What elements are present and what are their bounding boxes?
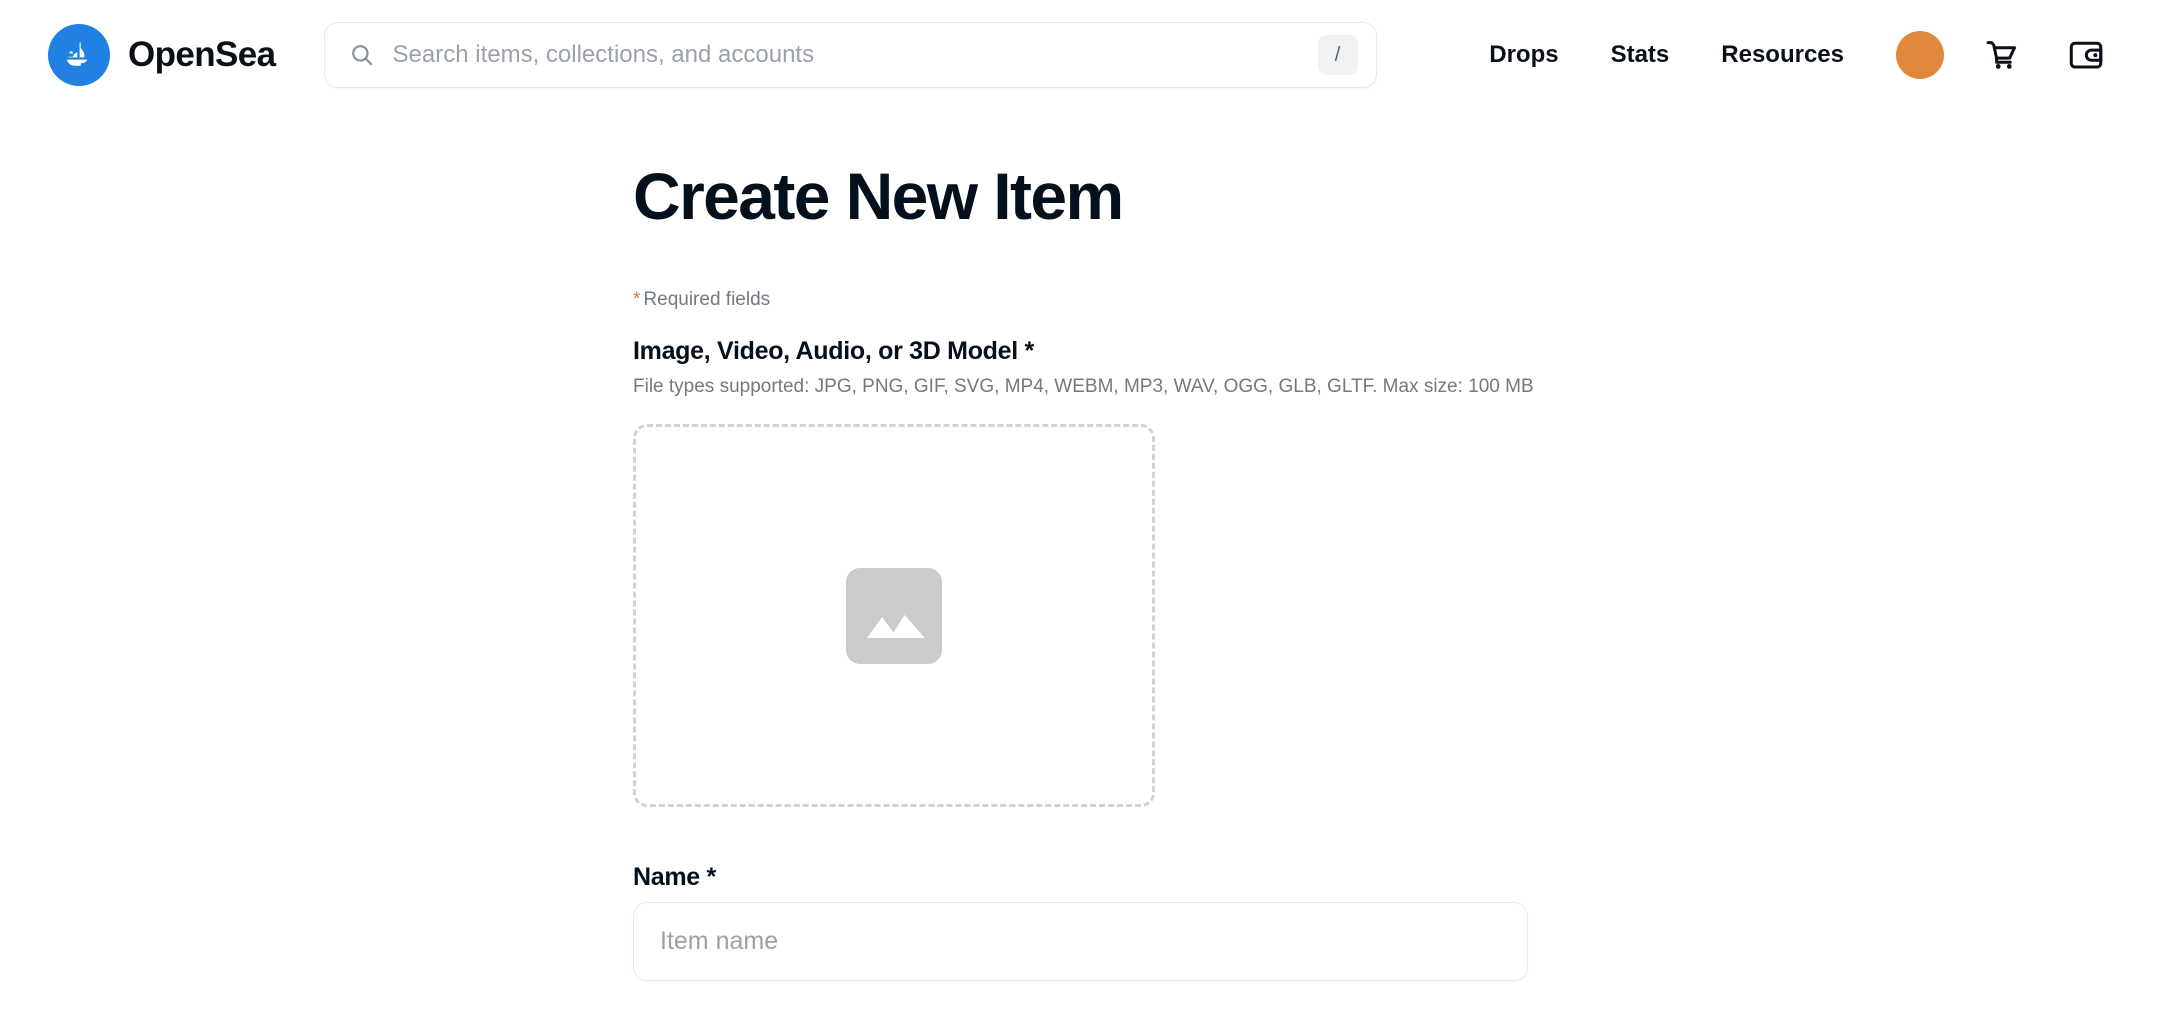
required-fields-note: * Required fields: [633, 289, 2160, 311]
name-field-group: Name *: [633, 863, 2160, 982]
main-nav: Drops Stats Resources: [1463, 29, 2112, 81]
wallet-icon[interactable]: [2060, 29, 2112, 81]
opensea-boat-logo-icon: [48, 24, 110, 86]
media-upload-dropzone[interactable]: [633, 424, 1155, 808]
opensea-logo-link[interactable]: OpenSea: [48, 24, 276, 86]
required-asterisk: *: [633, 289, 641, 311]
image-placeholder-icon: [846, 567, 942, 664]
nav-item-resources[interactable]: Resources: [1695, 41, 1870, 69]
profile-avatar[interactable]: [1896, 31, 1944, 79]
brand-name: OpenSea: [128, 35, 276, 74]
nav-item-drops[interactable]: Drops: [1463, 41, 1584, 69]
media-field-hint: File types supported: JPG, PNG, GIF, SVG…: [633, 376, 1534, 398]
item-name-input[interactable]: [633, 902, 1528, 982]
shopping-cart-icon[interactable]: [1976, 29, 2028, 81]
media-field-label: Image, Video, Audio, or 3D Model *: [633, 337, 1034, 366]
nav-item-stats[interactable]: Stats: [1585, 41, 1696, 69]
search-box[interactable]: /: [323, 22, 1377, 88]
search-icon: [349, 42, 375, 68]
name-field-label: Name *: [633, 863, 716, 892]
site-header: OpenSea / Drops Stats Resources: [0, 0, 2160, 110]
required-fields-label: Required fields: [643, 289, 771, 311]
search-shortcut-badge: /: [1317, 35, 1358, 75]
create-item-form: Create New Item * Required fields Image, …: [0, 110, 2160, 982]
search-input[interactable]: [392, 41, 1318, 69]
search-container: /: [323, 22, 1377, 88]
page-title: Create New Item: [633, 159, 1124, 233]
